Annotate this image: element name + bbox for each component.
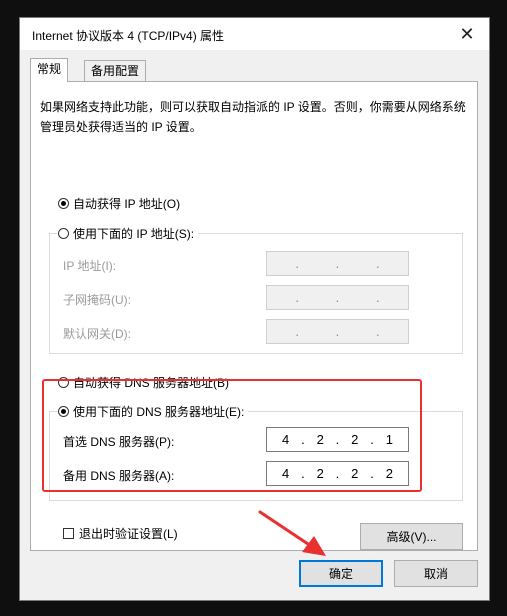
cancel-button[interactable]: 取消 [394,560,478,587]
auto-ip-radio[interactable] [58,198,69,209]
manual-ip-radio[interactable] [58,228,69,239]
validate-checkbox-label: 退出时验证设置(L) [79,527,178,541]
validate-checkbox-row[interactable]: 退出时验证设置(L) [63,525,182,542]
ip-address-input: . . . [266,251,409,276]
auto-dns-label: 自动获得 DNS 服务器地址(B) [73,376,230,390]
auto-ip-radio-row[interactable]: 自动获得 IP 地址(O) [58,195,185,212]
general-tab-panel: 如果网络支持此功能，则可以获取自动指派的 IP 设置。否则，你需要从网络系统管理… [30,81,478,551]
manual-dns-groupbox [49,411,463,501]
close-icon: ✕ [459,24,475,44]
close-button[interactable]: ✕ [445,18,489,50]
manual-ip-radio-row[interactable]: 使用下面的 IP 地址(S): [58,225,199,242]
alternate-dns-input[interactable]: 4 . 2 . 2 . 2 [266,461,409,486]
default-gateway-input: . . . [266,319,409,344]
window-title: Internet 协议版本 4 (TCP/IPv4) 属性 [32,29,225,43]
manual-dns-radio-row[interactable]: 使用下面的 DNS 服务器地址(E): [58,403,249,420]
subnet-mask-label: 子网掩码(U): [63,293,131,307]
description-text: 如果网络支持此功能，则可以获取自动指派的 IP 设置。否则，你需要从网络系统管理… [40,100,466,134]
preferred-dns-input[interactable]: 4 . 2 . 2 . 1 [266,427,409,452]
auto-dns-radio-row[interactable]: 自动获得 DNS 服务器地址(B) [58,374,234,391]
validate-checkbox[interactable] [63,528,74,539]
manual-dns-label: 使用下面的 DNS 服务器地址(E): [73,405,245,419]
subnet-mask-input: . . . [266,285,409,310]
ip-address-label: IP 地址(I): [63,259,117,273]
preferred-dns-label: 首选 DNS 服务器(P): [63,435,175,449]
advanced-button[interactable]: 高级(V)... [360,523,463,550]
tab-alternate-configuration[interactable]: 备用配置 [84,60,147,81]
manual-dns-radio[interactable] [58,406,69,417]
manual-ip-label: 使用下面的 IP 地址(S): [73,227,195,241]
default-gateway-label: 默认网关(D): [63,327,131,341]
alternate-dns-label: 备用 DNS 服务器(A): [63,469,175,483]
tab-general[interactable]: 常规 [30,58,69,82]
ok-button[interactable]: 确定 [299,560,383,587]
title-bar: Internet 协议版本 4 (TCP/IPv4) 属性 ✕ [20,18,489,50]
auto-ip-label: 自动获得 IP 地址(O) [73,197,181,211]
tcpip-properties-dialog: Internet 协议版本 4 (TCP/IPv4) 属性 ✕ 常规 备用配置 … [19,17,490,601]
auto-dns-radio[interactable] [58,377,69,388]
